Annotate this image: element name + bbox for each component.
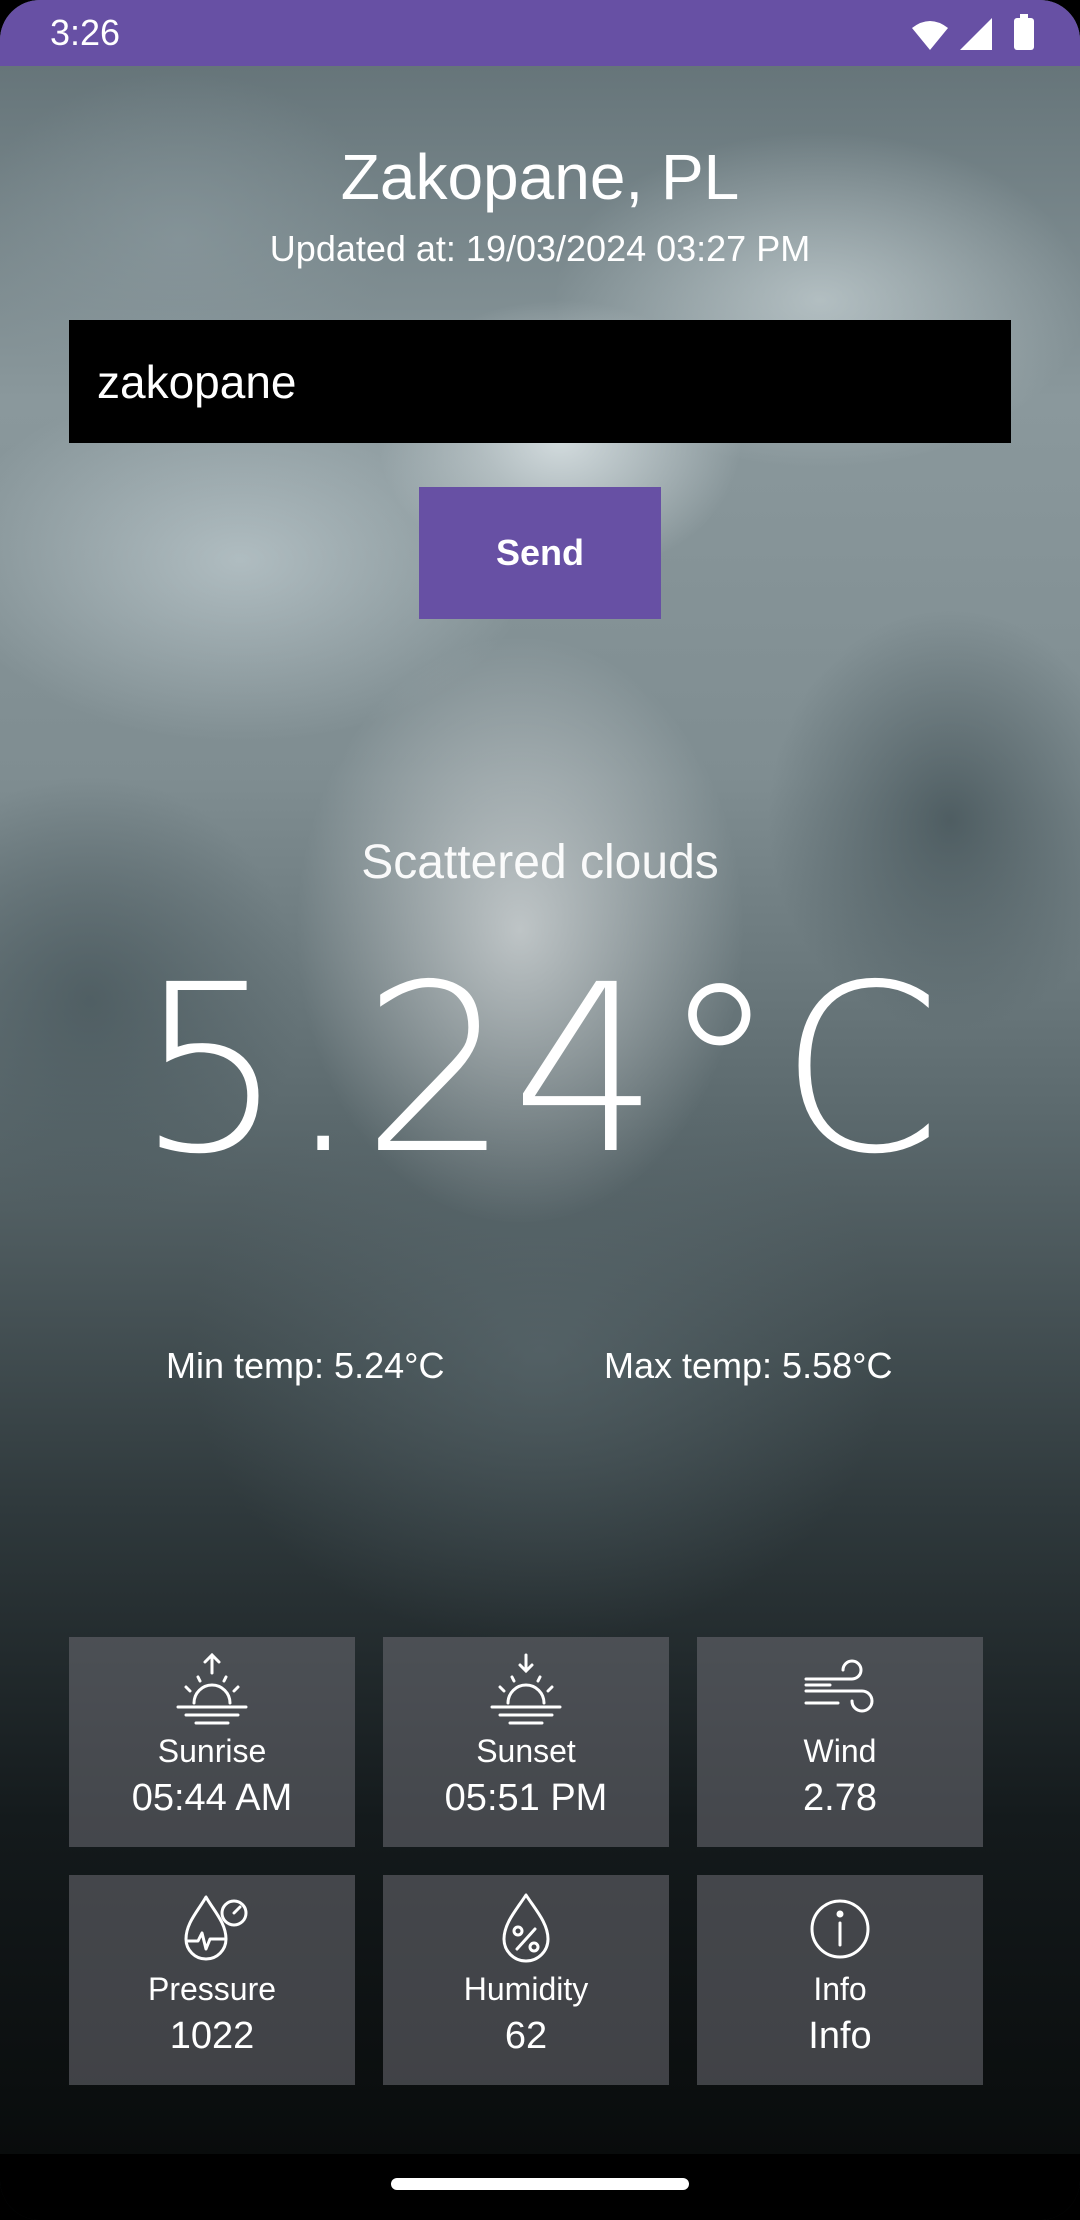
- tile-value: Info: [808, 2015, 872, 2057]
- send-button[interactable]: Send: [419, 487, 661, 619]
- status-icons: [912, 14, 1034, 50]
- city-search-input[interactable]: [69, 320, 1011, 443]
- tile-label: Info: [813, 1971, 867, 2007]
- wind-icon: [804, 1659, 874, 1713]
- tile-label: Pressure: [147, 1971, 277, 2007]
- updated-at: Updated at: 19/03/2024 03:27 PM: [269, 228, 811, 269]
- sunset-tile: Sunset 05:51 PM: [383, 1637, 669, 1847]
- tile-label: Sunset: [476, 1733, 576, 1769]
- tile-label: Sunrise: [157, 1733, 267, 1769]
- max-temp: Max temp: 5.58°C: [604, 1345, 893, 1386]
- temperature-value: 5.24°C: [136, 935, 944, 1205]
- city-title: Zakopane, PL: [340, 141, 740, 213]
- pressure-icon: [184, 1895, 248, 1961]
- tile-value: 62: [504, 2015, 548, 2057]
- humidity-tile: Humidity 62: [383, 1875, 669, 2085]
- weather-description: Scattered clouds: [361, 836, 719, 889]
- tile-label: Wind: [803, 1733, 877, 1769]
- tile-value: 05:51 PM: [444, 1777, 608, 1819]
- app-screen: 3:26 Zakopane, PL Updated at: 19/03/2024…: [0, 0, 1080, 2220]
- tile-value: 2.78: [803, 1777, 877, 1819]
- sunrise-icon: [176, 1652, 248, 1725]
- tile-value: 05:44 AM: [131, 1777, 293, 1819]
- info-icon: [810, 1899, 870, 1959]
- wind-tile: Wind 2.78: [697, 1637, 983, 1847]
- battery-icon: [1014, 14, 1034, 50]
- wifi-icon: [912, 21, 948, 50]
- status-bar: 3:26: [0, 0, 1080, 66]
- signal-icon: [960, 18, 992, 50]
- tile-value: 1022: [169, 2015, 255, 2057]
- status-time: 3:26: [50, 12, 121, 53]
- info-tile[interactable]: Info Info: [697, 1875, 983, 2085]
- min-temp: Min temp: 5.24°C: [166, 1345, 445, 1386]
- home-gesture-handle[interactable]: [391, 2178, 689, 2190]
- humidity-icon: [502, 1893, 550, 1963]
- pressure-tile: Pressure 1022: [69, 1875, 355, 2085]
- sunrise-tile: Sunrise 05:44 AM: [69, 1637, 355, 1847]
- tile-label: Humidity: [463, 1971, 589, 2007]
- sunset-icon: [490, 1653, 562, 1725]
